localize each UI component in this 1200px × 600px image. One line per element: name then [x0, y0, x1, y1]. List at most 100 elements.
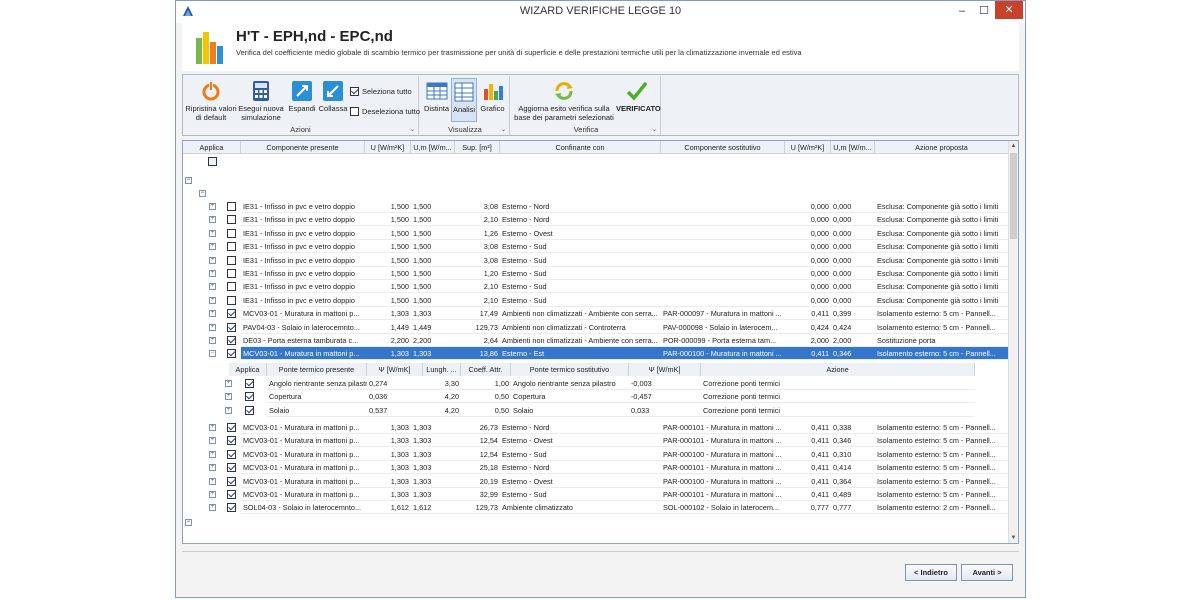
dialog-launcher-icon[interactable]: ⌄	[410, 126, 415, 133]
collapse-button[interactable]: Collassa	[317, 80, 349, 113]
detail-row[interactable]: + Angolo rientrante senza pilastro 0,274 3,…	[183, 377, 1009, 390]
table-row[interactable]: + IE31 - Infisso in pvc e vetro doppio 1,5…	[183, 294, 1009, 307]
minimize-button[interactable]: –	[951, 1, 973, 21]
checkbox-checked-icon[interactable]	[227, 436, 236, 446]
table-row[interactable]: + MCV03-01 - Muratura in mattoni p... 1,30…	[183, 475, 1009, 488]
table-row[interactable]: + DE03 - Porta esterna tamburata c... 2,20…	[183, 334, 1009, 347]
checkbox-empty-icon[interactable]	[227, 282, 236, 292]
collapse-row-icon[interactable]: −	[185, 177, 192, 184]
checkbox-empty-icon[interactable]	[227, 242, 236, 252]
expand-row-icon[interactable]: +	[209, 450, 216, 458]
expand-row-icon[interactable]: +	[225, 406, 232, 414]
detail-row[interactable]: + Solaio 0,537 4,20 0,50 Solaio 0,033 Correzion…	[183, 404, 1009, 417]
expand-row-icon[interactable]: +	[209, 464, 216, 472]
checkbox-checked-icon[interactable]	[227, 490, 236, 499]
checkbox-checked-icon[interactable]	[227, 309, 236, 319]
maximize-button[interactable]: ☐	[973, 1, 995, 21]
checkbox-checked-icon[interactable]	[245, 405, 254, 415]
expand-row-icon[interactable]: +	[209, 216, 216, 224]
table-row[interactable]: + IE31 - Infisso in pvc e vetro doppio 1,5…	[183, 227, 1009, 240]
filter-icon[interactable]	[208, 157, 217, 166]
expand-row-icon[interactable]: +	[209, 504, 216, 512]
analisi-view-button[interactable]: Analisi	[451, 78, 477, 122]
table-row[interactable]: − MCV03-01 - Muratura in mattoni p... 1,30…	[183, 347, 1009, 361]
deselect-all-checkbox[interactable]: Deseleziona tutto	[350, 107, 420, 116]
group-row-zona-1[interactable]: −	[183, 174, 1009, 187]
cell-u: 1,303	[365, 434, 411, 448]
expand-row-icon[interactable]: +	[225, 393, 232, 401]
checkbox-checked-icon[interactable]	[227, 322, 236, 332]
checkbox-checked-icon[interactable]	[227, 449, 236, 459]
checkbox-checked-icon[interactable]	[227, 503, 236, 513]
scroll-down-icon[interactable]: ▼	[1009, 533, 1018, 543]
checkbox-checked-icon[interactable]	[245, 378, 254, 388]
checkbox-checked-icon[interactable]	[227, 336, 236, 345]
expand-row-icon[interactable]: +	[225, 379, 232, 387]
collapse-row-icon[interactable]: −	[185, 518, 192, 526]
scroll-up-icon[interactable]: ▲	[1009, 141, 1018, 151]
table-row[interactable]: + MCV03-01 - Muratura in mattoni p... 1,30…	[183, 461, 1009, 475]
table-row[interactable]: + IE31 - Infisso in pvc e vetro doppio 1,5…	[183, 213, 1009, 227]
reset-defaults-button[interactable]: Ripristina valori di default	[185, 80, 237, 122]
expand-row-icon[interactable]: +	[209, 229, 216, 237]
next-button[interactable]: Avanti >	[961, 564, 1013, 581]
group-row-zona-2[interactable]: −	[183, 516, 1009, 529]
expand-row-icon[interactable]: +	[209, 283, 216, 291]
cell-az: Isolamento esterno: 5 cm - Pannell...	[875, 307, 1009, 321]
expand-row-icon[interactable]: +	[209, 424, 216, 431]
group-row-ambiente[interactable]: −	[183, 187, 1009, 200]
dialog-launcher-icon[interactable]: ⌄	[501, 126, 506, 133]
expand-row-icon[interactable]: +	[209, 296, 216, 304]
table-row[interactable]: + IE31 - Infisso in pvc e vetro doppio 1,5…	[183, 200, 1009, 213]
checkbox-empty-icon[interactable]	[227, 228, 236, 238]
expand-row-icon[interactable]: +	[209, 337, 216, 344]
expand-row-icon[interactable]: +	[209, 270, 216, 277]
expand-row-icon[interactable]: +	[209, 437, 216, 445]
table-row[interactable]: + MCV03-01 - Muratura in mattoni p... 1,30…	[183, 434, 1009, 448]
detail-row[interactable]: + Copertura 0,036 4,20 0,50 Copertura -0,457 Co…	[183, 390, 1009, 404]
vertical-scrollbar[interactable]: ▲ ▼	[1008, 141, 1018, 543]
update-verification-button[interactable]: Aggiorna esito verifica sulla base dei p…	[514, 80, 614, 122]
window-title: WIZARD VERIFICHE LEGGE 10	[519, 5, 682, 17]
expand-row-icon[interactable]: +	[209, 310, 216, 318]
table-row[interactable]: + PAV04-03 - Solaio in laterocemnto... 1,4…	[183, 321, 1009, 334]
table-row[interactable]: + SOL04-03 - Solaio in laterocemnto... 1,6…	[183, 501, 1009, 515]
checkbox-checked-icon[interactable]	[227, 349, 236, 359]
expand-row-icon[interactable]: +	[209, 323, 216, 331]
expand-row-icon[interactable]: +	[209, 256, 216, 264]
expand-row-icon[interactable]: +	[209, 491, 216, 498]
run-simulation-button[interactable]: Esegui nuova simulazione	[237, 80, 285, 122]
table-row[interactable]: + MCV03-01 - Muratura in mattoni p... 1,30…	[183, 448, 1009, 461]
table-row[interactable]: + IE31 - Infisso in pvc e vetro doppio 1,5…	[183, 254, 1009, 267]
checkbox-checked-icon[interactable]	[227, 463, 236, 473]
expand-row-icon[interactable]: +	[209, 203, 216, 210]
table-row[interactable]: + MCV03-01 - Muratura in mattoni p... 1,30…	[183, 488, 1009, 501]
checkbox-empty-icon[interactable]	[227, 215, 236, 225]
checkbox-empty-icon[interactable]	[227, 255, 236, 265]
select-all-checkbox[interactable]: Seleziona tutto	[350, 87, 412, 96]
grafico-view-button[interactable]: Grafico	[478, 80, 507, 113]
back-button[interactable]: < Indietro	[905, 564, 957, 581]
checkbox-checked-icon[interactable]	[245, 392, 254, 402]
checkbox-checked-icon[interactable]	[227, 423, 236, 432]
table-row[interactable]: + IE31 - Infisso in pvc e vetro doppio 1,5…	[183, 240, 1009, 254]
collapse-row-icon[interactable]: −	[209, 350, 216, 358]
expand-row-icon[interactable]: +	[209, 243, 216, 251]
table-row[interactable]: + MCV03-01 - Muratura in mattoni p... 1,30…	[183, 307, 1009, 321]
checkbox-checked-icon[interactable]	[227, 476, 236, 486]
checkbox-empty-icon[interactable]	[227, 269, 236, 278]
table-row[interactable]: + IE31 - Infisso in pvc e vetro doppio 1,5…	[183, 280, 1009, 294]
close-button[interactable]: ✕	[995, 1, 1023, 19]
reset-icon	[202, 82, 220, 101]
checkbox-empty-icon[interactable]	[227, 295, 236, 305]
dialog-launcher-icon[interactable]: ⌄	[652, 126, 657, 133]
table-row[interactable]: + MCV03-01 - Muratura in mattoni p... 1,30…	[183, 421, 1009, 434]
cell-sost: POR-000099 - Porta esterna tam...	[661, 334, 785, 347]
table-row[interactable]: + IE31 - Infisso in pvc e vetro doppio 1,5…	[183, 267, 1009, 280]
checkbox-empty-icon[interactable]	[227, 202, 236, 211]
expand-row-icon[interactable]: +	[209, 477, 216, 485]
scrollbar-thumb[interactable]	[1010, 153, 1017, 239]
distinta-view-button[interactable]: Distinta	[423, 80, 450, 113]
expand-button[interactable]: Espandi	[287, 80, 317, 113]
collapse-row-icon[interactable]: −	[199, 190, 206, 197]
